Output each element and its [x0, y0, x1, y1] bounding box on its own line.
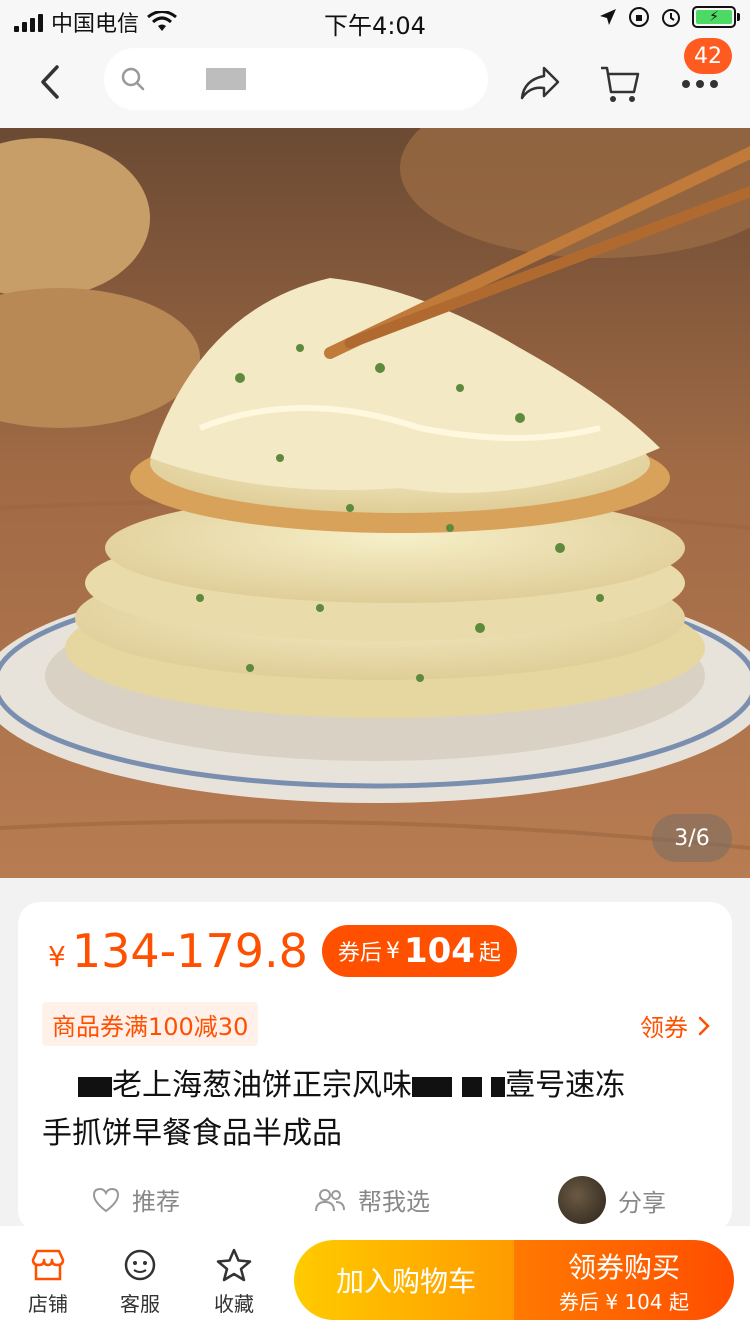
image-page-indicator: 3/6 [652, 814, 732, 862]
cart-icon [601, 66, 640, 102]
promo-tag: 商品券满100减30 [42, 1002, 259, 1046]
redacted-block [491, 1076, 506, 1097]
people-icon [315, 1188, 345, 1211]
coupon-suffix: 起 [478, 941, 501, 966]
chevron-left-icon [41, 65, 59, 99]
search-input[interactable] [104, 48, 488, 110]
service-tab[interactable]: 客服 [100, 1248, 180, 1317]
buy-with-coupon-button[interactable]: 领券购买 券后 ¥ 104 起 [514, 1240, 734, 1320]
get-coupon-link[interactable]: 领券 [640, 1008, 710, 1043]
more-dots-icon [682, 80, 718, 88]
bottom-action-bar: 店铺 客服 收藏 加入购物车 领券购买 券后 ¥ 104 起 [0, 1226, 750, 1334]
share-button[interactable] [516, 60, 564, 108]
buy-sub-label: 券后 ¥ 104 起 [559, 1289, 689, 1314]
price-currency: ¥ [48, 939, 66, 973]
heart-icon [92, 1187, 120, 1212]
product-title: 老上海葱油饼正宗风味 壹号速冻 手抓饼早餐食品半成品 [42, 1062, 712, 1158]
title-line2: 手抓饼早餐食品半成品 [42, 1116, 342, 1151]
help-choose-button[interactable]: 帮我选 [314, 1182, 430, 1217]
share-action[interactable]: 分享 [558, 1176, 666, 1224]
nav-bar [0, 40, 750, 128]
orientation-lock-icon [629, 7, 649, 27]
coupon-price-pill: 券后 ¥ 104 起 [321, 925, 517, 977]
coupon-currency: ¥ [385, 938, 400, 964]
recommend-button[interactable]: 推荐 [92, 1182, 180, 1217]
product-info-card: ¥ 134-179.8 券后 ¥ 104 起 商品券满100减30 领券 老上海… [18, 902, 732, 1232]
search-query-redacted [206, 68, 246, 90]
favorite-tab[interactable]: 收藏 [194, 1248, 274, 1317]
share-arrow-icon [520, 66, 560, 100]
add-to-cart-button[interactable]: 加入购物车 [294, 1240, 518, 1320]
product-image[interactable] [0, 128, 750, 878]
customer-service-icon [124, 1249, 156, 1281]
favorite-label: 收藏 [214, 1292, 254, 1316]
status-right: ⚡ [598, 6, 740, 28]
battery-icon: ⚡ [692, 6, 740, 28]
title-part2: 壹号速冻 [505, 1068, 626, 1103]
share-label: 分享 [618, 1188, 666, 1217]
status-bar: 中国电信 下午4:04 ⚡ [0, 0, 750, 40]
chevron-right-icon [698, 1016, 710, 1035]
location-icon [600, 9, 616, 25]
title-part1: 老上海葱油饼正宗风味 [112, 1068, 412, 1103]
service-label: 客服 [120, 1292, 160, 1316]
help-choose-label: 帮我选 [358, 1188, 430, 1216]
coupon-price: 104 [403, 931, 475, 971]
cart-button[interactable] [596, 60, 644, 108]
price-row: ¥ 134-179.8 券后 ¥ 104 起 [48, 924, 517, 978]
coupon-prefix: 券后 [337, 941, 382, 966]
alarm-icon [662, 9, 680, 27]
buy-label: 领券购买 [567, 1250, 680, 1284]
star-icon [216, 1248, 252, 1282]
avatar [558, 1176, 606, 1224]
shop-icon [31, 1249, 65, 1281]
shop-label: 店铺 [28, 1292, 68, 1316]
redacted-block [78, 1076, 112, 1097]
scallion-pancake-photo [0, 128, 750, 878]
redacted-block [461, 1076, 482, 1097]
get-coupon-label: 领券 [640, 1014, 688, 1042]
search-icon [121, 67, 145, 91]
recommend-label: 推荐 [132, 1188, 180, 1216]
shop-tab[interactable]: 店铺 [8, 1248, 88, 1317]
actions-row: 推荐 帮我选 分享 [18, 1172, 732, 1228]
redacted-block [412, 1076, 452, 1097]
price-range: 134-179.8 [71, 924, 308, 978]
back-button[interactable] [30, 60, 70, 104]
message-count-badge: 42 [684, 38, 732, 74]
